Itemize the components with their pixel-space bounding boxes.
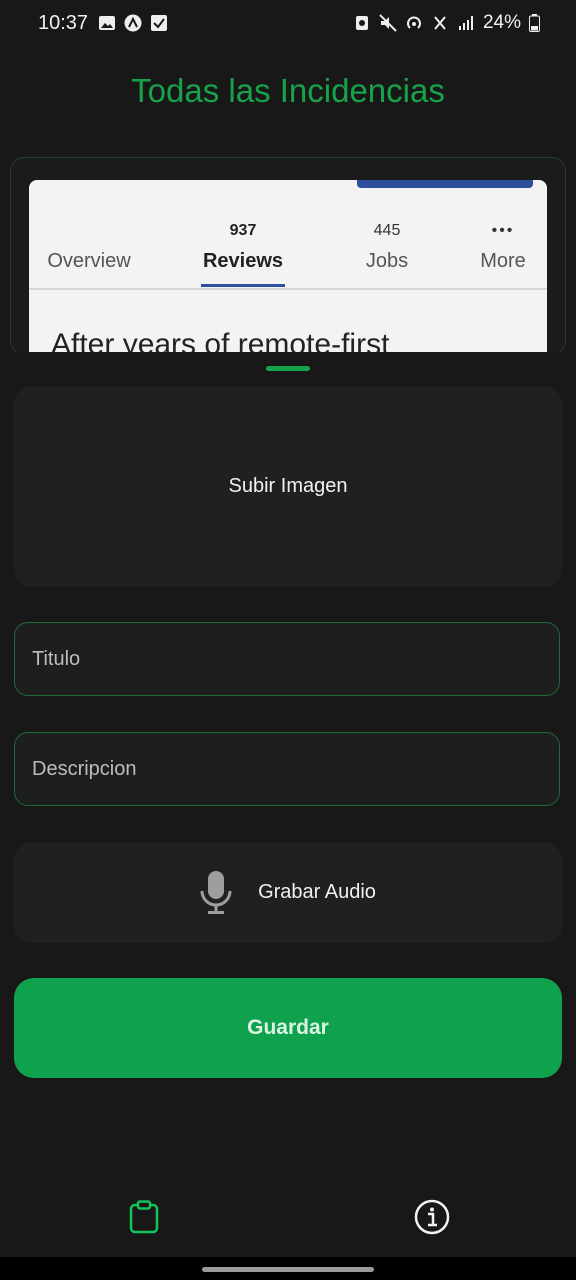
save-label: Guardar: [247, 1016, 329, 1039]
status-time: 10:37: [38, 12, 89, 34]
clipboard-icon: [129, 1200, 159, 1234]
nav-info[interactable]: [412, 1197, 452, 1237]
signal-bars-icon: [458, 16, 473, 30]
preview-tab-jobs: 445 Jobs: [365, 222, 409, 272]
hotspot-icon: [407, 16, 421, 29]
preview-tab-more: ••• More: [480, 222, 526, 272]
info-icon: [414, 1199, 450, 1235]
record-audio-button[interactable]: Grabar Audio: [14, 842, 562, 943]
checkbox-icon: [151, 15, 167, 31]
record-audio-label: Grabar Audio: [258, 881, 376, 903]
title-placeholder: Titulo: [32, 647, 81, 670]
image-icon: [99, 16, 115, 30]
upload-image-label: Subir Imagen: [228, 475, 348, 497]
title-input[interactable]: Titulo: [14, 622, 560, 696]
upload-image-button[interactable]: Subir Imagen: [14, 386, 562, 587]
save-button[interactable]: Guardar: [14, 978, 562, 1078]
status-bar: 10:37 24%: [0, 0, 576, 48]
nfc-icon: [355, 16, 368, 30]
preview-tab-underline: [201, 284, 285, 287]
drag-handle[interactable]: [266, 366, 310, 371]
mute-icon: [379, 14, 397, 32]
page-title: Todas las Incidencias: [131, 72, 445, 109]
battery-percent: 24%: [482, 12, 521, 33]
battery-icon: [529, 14, 540, 32]
bottom-nav: [0, 1187, 576, 1257]
app-a-icon: [124, 14, 142, 32]
gesture-bar: [0, 1257, 576, 1280]
description-placeholder: Descripcion: [32, 757, 137, 780]
bottom-sheet: Subir Imagen Titulo Descripcion Grabar A…: [0, 352, 576, 1187]
description-input[interactable]: Descripcion: [14, 732, 560, 806]
preview-divider: [29, 288, 547, 290]
preview-top-bar: [357, 180, 533, 188]
microphone-icon: [200, 870, 232, 914]
preview-tab-reviews: 937 Reviews: [202, 222, 284, 272]
preview-screenshot: Overview 937 Reviews 445 Jobs ••• More A…: [29, 180, 547, 355]
nav-incidents[interactable]: [124, 1197, 164, 1237]
preview-tab-overview: Overview: [47, 250, 131, 272]
home-gesture-pill[interactable]: [202, 1267, 374, 1272]
image-preview-card[interactable]: Overview 937 Reviews 445 Jobs ••• More A…: [10, 157, 566, 355]
signal-activity-icon: [434, 16, 446, 30]
preview-headline: After years of remote-first: [51, 328, 390, 355]
